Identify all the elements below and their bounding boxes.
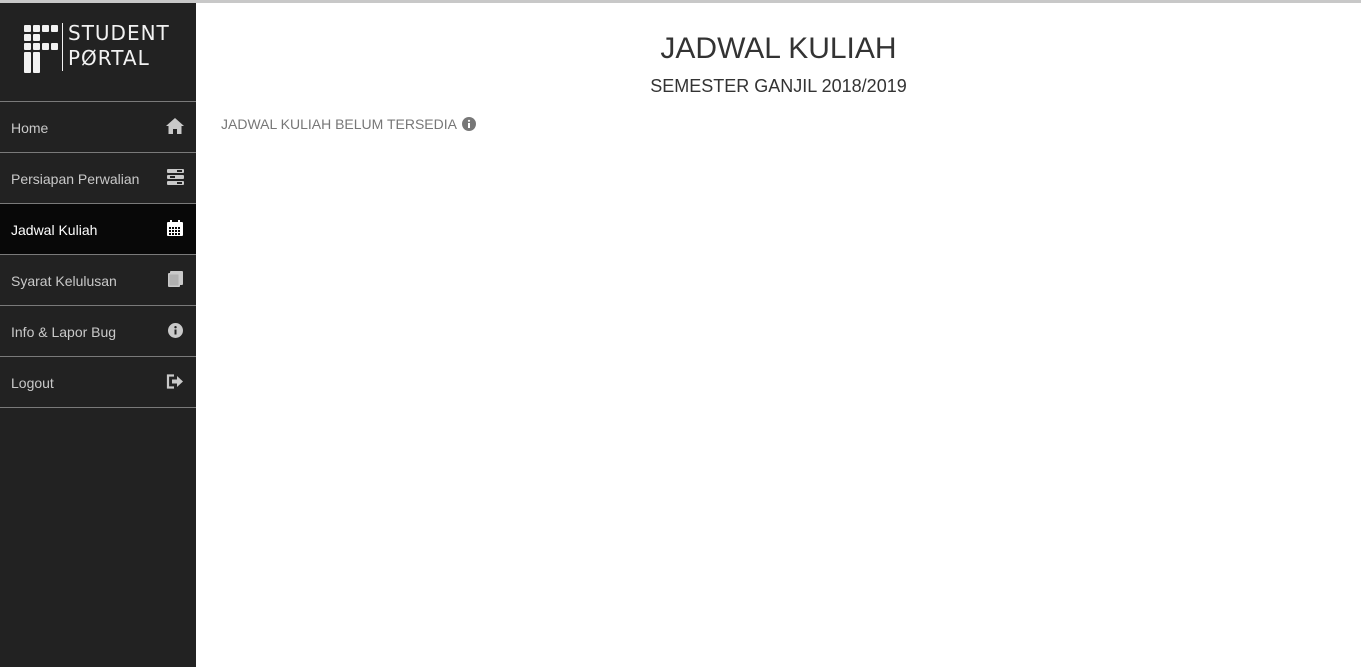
page-title: JADWAL KULIAH — [660, 32, 897, 65]
logo-divider — [62, 23, 63, 71]
sidebar-item-label: Persiapan Perwalian — [11, 171, 140, 187]
logout-icon — [166, 372, 184, 390]
sidebar-item-label: Logout — [11, 375, 54, 391]
book-icon — [166, 270, 184, 288]
sidebar-item-syarat-kelulusan[interactable]: Syarat Kelulusan — [0, 255, 196, 306]
logo-line-2: PØRTAL — [68, 46, 150, 70]
schedule-notice: JADWAL KULIAH BELUM TERSEDIA — [221, 116, 476, 132]
sidebar-item-label: Info & Lapor Bug — [11, 324, 117, 340]
sidebar-item-persiapan-perwalian[interactable]: Persiapan Perwalian — [0, 153, 196, 204]
sidebar: STUDENT PØRTAL Home Persiapan Perwalian … — [0, 3, 196, 667]
sidebar-item-logout[interactable]: Logout — [0, 357, 196, 408]
info-icon — [166, 321, 184, 339]
sidebar-nav: Home Persiapan Perwalian Jadwal Kuliah S… — [0, 101, 196, 408]
info-circle-icon — [461, 117, 476, 131]
home-icon — [166, 117, 184, 135]
sidebar-item-label: Jadwal Kuliah — [11, 222, 98, 238]
logo[interactable]: STUDENT PØRTAL — [0, 3, 196, 101]
sidebar-item-label: Syarat Kelulusan — [11, 273, 117, 289]
main-content: JADWAL KULIAH SEMESTER GANJIL 2018/2019 … — [196, 3, 1361, 667]
calendar-icon — [166, 219, 184, 237]
logo-text: STUDENT PØRTAL — [68, 21, 170, 71]
f-grid-logo-icon — [24, 25, 58, 73]
list-icon — [166, 168, 184, 186]
page-subtitle: SEMESTER GANJIL 2018/2019 — [650, 76, 907, 96]
notice-text: JADWAL KULIAH BELUM TERSEDIA — [221, 116, 457, 132]
sidebar-item-jadwal-kuliah[interactable]: Jadwal Kuliah — [0, 204, 196, 255]
sidebar-item-info-lapor-bug[interactable]: Info & Lapor Bug — [0, 306, 196, 357]
sidebar-item-home[interactable]: Home — [0, 102, 196, 153]
logo-line-1: STUDENT — [68, 21, 170, 45]
sidebar-item-label: Home — [11, 120, 49, 136]
